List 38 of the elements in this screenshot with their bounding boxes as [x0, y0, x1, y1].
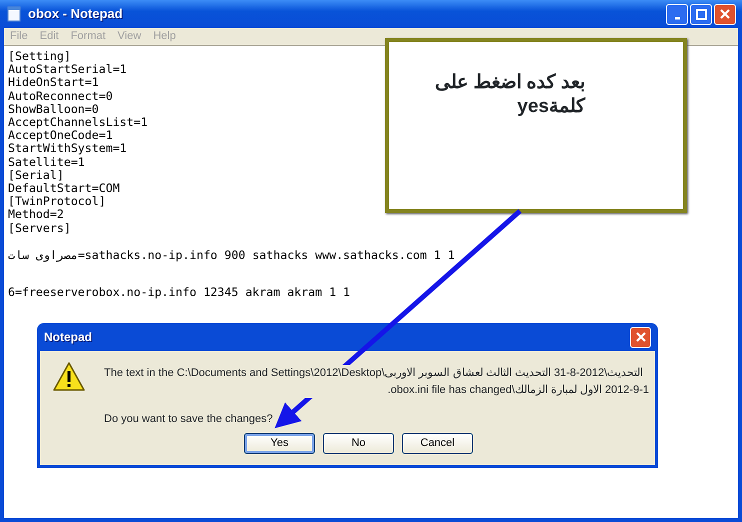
text-line: AutoStartSerial=1: [8, 63, 127, 76]
text-line: [Servers]: [8, 222, 71, 235]
close-icon: [719, 8, 731, 20]
text-line: AutoReconnect=0: [8, 90, 113, 103]
text-line: Satellite=1: [8, 156, 85, 169]
dialog-button[interactable]: Cancel: [402, 433, 473, 454]
text-line: 6=freeserverobox.no-ip.info 12345 akram akram 1 1: [8, 286, 350, 300]
text-line: DefaultStart=COM: [8, 182, 120, 196]
maximize-icon: [695, 8, 707, 20]
text-line: AcceptOneCode=1: [8, 129, 113, 142]
menu-item[interactable]: View: [112, 28, 148, 45]
close-icon: [634, 331, 646, 343]
text-line: StartWithSystem=1: [8, 142, 127, 156]
menu-item[interactable]: Format: [64, 28, 112, 45]
minimize-icon: [674, 17, 680, 20]
close-button[interactable]: [630, 326, 651, 348]
text-line: مصراوى سات=sathacks.no-ip.info 900 sathacks www.sathacks.com 1 1: [8, 248, 455, 262]
menu-item[interactable]: File: [4, 28, 34, 45]
menu-item[interactable]: Help: [147, 28, 182, 45]
minimize-button[interactable]: [666, 4, 688, 24]
menu-item[interactable]: Edit: [34, 28, 65, 45]
dialog-title: Notepad: [44, 329, 92, 346]
notepad-icon: [6, 6, 22, 22]
window-title: obox - Notepad: [28, 5, 123, 24]
dialog-button[interactable]: Yes: [244, 433, 315, 454]
dialog-button[interactable]: No: [323, 433, 394, 454]
callout-text: بعد كده اضغط على كلمةyes: [434, 71, 585, 119]
text-line: [TwinProtocol]: [8, 195, 106, 208]
maximize-button[interactable]: [690, 4, 712, 24]
warning-icon: [52, 361, 86, 393]
text-line: Method=2: [8, 208, 64, 222]
text-line: ShowBalloon=0: [8, 102, 99, 116]
text-line: HideOnStart=1: [8, 76, 99, 90]
close-button[interactable]: [714, 4, 736, 24]
text-line: [Serial]: [8, 168, 64, 182]
question-text: Do you want to save the changes?: [104, 412, 274, 427]
text-line: [Setting]: [8, 50, 71, 64]
text-line: AcceptChannelsList=1: [8, 116, 148, 130]
